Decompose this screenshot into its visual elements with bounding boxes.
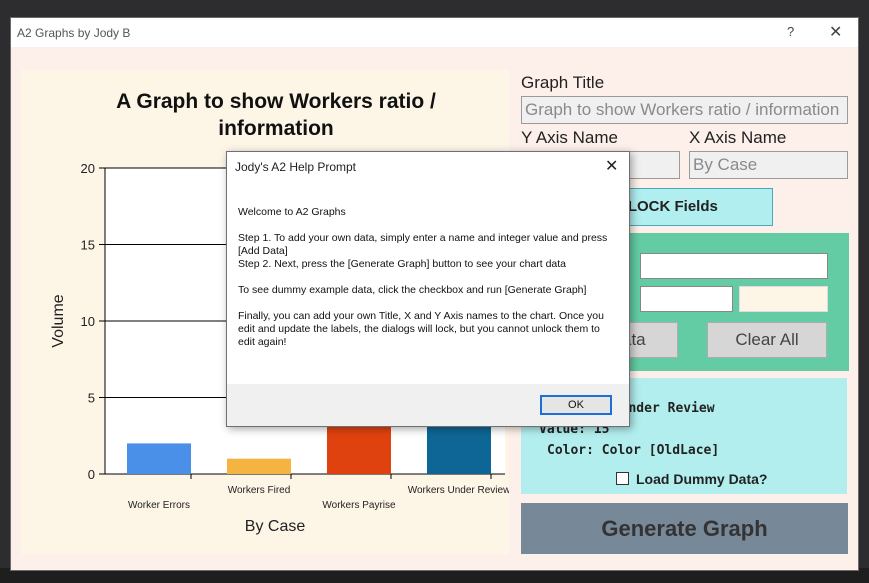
graph-title-label: Graph Title [521, 73, 605, 92]
x-tick-label: Workers Fired [228, 485, 291, 496]
data-value-input[interactable] [640, 286, 733, 312]
y-tick-label: 10 [81, 314, 95, 329]
bar [127, 443, 191, 474]
background-right [859, 0, 869, 583]
help-button[interactable]: ? [787, 24, 794, 39]
dialog-close-icon[interactable]: ✕ [605, 156, 618, 176]
title-bar: A2 Graphs by Jody B ? ✕ [11, 18, 858, 47]
x-axis-field[interactable]: By Case [689, 151, 848, 179]
x-tick-label: Workers Payrise [322, 500, 396, 511]
x-axis-label: X Axis Name [689, 128, 787, 147]
y-tick-label: 5 [88, 391, 95, 406]
background-top [0, 0, 869, 17]
background-left [0, 0, 10, 583]
dialog-footer: OK [227, 384, 629, 426]
data-name-input[interactable] [640, 253, 828, 279]
y-tick-label: 15 [81, 238, 95, 253]
x-tick-label: Workers Under Review [408, 485, 509, 496]
close-icon[interactable]: ✕ [829, 22, 842, 42]
dialog-welcome: Welcome to A2 Graphs [238, 206, 346, 218]
ok-button[interactable]: OK [540, 395, 612, 415]
generate-graph-button[interactable]: Generate Graph [521, 503, 848, 554]
clear-all-button[interactable]: Clear All [707, 322, 827, 358]
dummy-data-checkbox[interactable] [616, 472, 629, 485]
dialog-dummy-note: To see dummy example data, click the che… [238, 284, 587, 296]
dialog-final-note: Finally, you can add your own Title, X a… [238, 310, 604, 348]
dummy-data-label[interactable]: Load Dummy Data? [636, 471, 767, 487]
dialog-body: Welcome to A2 Graphs Step 1. To add your… [238, 206, 618, 362]
color-swatch [739, 286, 828, 312]
x-tick-label: Worker Errors [128, 500, 190, 511]
info-line-4: Color: Color [OldLace] [547, 443, 720, 458]
window-title: A2 Graphs by Jody B [17, 26, 131, 40]
dialog-step-1: Step 1. To add your own data, simply ent… [238, 232, 608, 257]
dialog-step-2: Step 2. Next, press the [Generate Graph]… [238, 258, 567, 270]
x-axis-title: By Case [245, 518, 306, 535]
y-axis-title: Volume [50, 294, 67, 347]
chart-title: A Graph to show Workers ratio / informat… [116, 90, 436, 140]
graph-title-field[interactable]: Graph to show Workers ratio / informatio… [521, 96, 848, 124]
y-tick-label: 0 [88, 467, 95, 482]
dialog-title: Jody's A2 Help Prompt [235, 160, 357, 174]
y-tick-label: 20 [81, 161, 95, 176]
help-dialog: Jody's A2 Help Prompt ✕ Welcome to A2 Gr… [226, 151, 630, 427]
bar [227, 458, 291, 474]
y-axis-label: Y Axis Name [521, 128, 619, 147]
